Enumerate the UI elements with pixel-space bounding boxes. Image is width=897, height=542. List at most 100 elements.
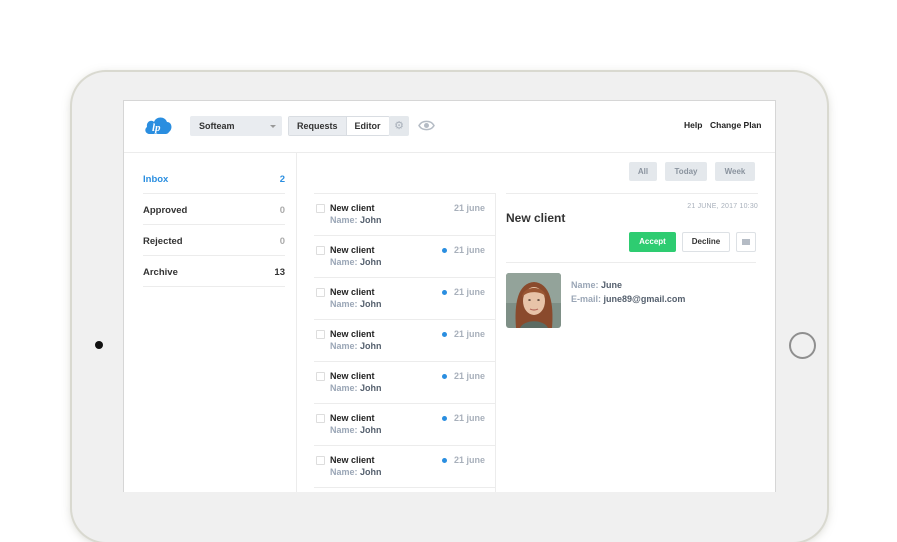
row-date: 21 june (453, 371, 485, 381)
row-name-value: John (360, 341, 382, 351)
sidebar-item-inbox[interactable]: Inbox 2 (143, 163, 285, 194)
list-item[interactable]: New client Name: John 21 june (314, 320, 495, 362)
unread-dot-icon (442, 416, 447, 421)
tablet-home-button (789, 332, 816, 359)
row-checkbox[interactable] (316, 246, 325, 255)
decline-button[interactable]: Decline (682, 232, 730, 252)
row-name-label: Name: (330, 425, 358, 435)
divider (506, 262, 756, 263)
row-checkbox[interactable] (316, 372, 325, 381)
row-date: 21 june (453, 413, 485, 423)
row-date: 21 june (453, 455, 485, 465)
sidebar-item-count: 13 (274, 267, 285, 278)
contact-name: Name: June (571, 280, 622, 290)
sidebar-item-label: Inbox (143, 174, 169, 185)
avatar (506, 273, 561, 328)
filter-week-button[interactable]: Week (715, 162, 755, 181)
unread-dot-icon (442, 332, 447, 337)
row-date: 21 june (453, 245, 485, 255)
row-date: 21 june (453, 287, 485, 297)
name-label: Name: (571, 280, 599, 290)
row-title: New client (330, 287, 375, 297)
row-checkbox[interactable] (316, 288, 325, 297)
list-item[interactable]: New client Name: John 21 june (314, 194, 495, 236)
row-name: Name: John (330, 215, 382, 225)
detail-title: New client (506, 211, 566, 225)
row-title: New client (330, 329, 375, 339)
sidebar-item-count: 0 (279, 236, 285, 247)
email-label: E-mail: (571, 294, 602, 304)
svg-text:lp: lp (152, 122, 161, 134)
row-name: Name: John (330, 257, 382, 267)
list-item[interactable]: New client Name: John 21 june (314, 404, 495, 446)
unread-dot-icon (442, 458, 447, 463)
row-name-value: John (360, 215, 382, 225)
gear-icon[interactable]: ⚙ (389, 116, 409, 136)
accept-button[interactable]: Accept (629, 232, 676, 252)
row-name: Name: John (330, 383, 382, 393)
date-filters: All Today Week (629, 162, 755, 181)
request-list: New client Name: John 21 june New client Nam… (314, 193, 496, 492)
sidebar-item-label: Approved (143, 205, 188, 216)
row-name-value: John (360, 425, 382, 435)
row-name-label: Name: (330, 467, 358, 477)
contact-email: E-mail: june89@gmail.com (571, 294, 685, 304)
row-name: Name: John (330, 299, 382, 309)
workspace-label: Softeam (199, 121, 235, 131)
request-detail: New client 21 JUNE, 2017 10:30 Accept De… (506, 193, 758, 492)
list-item[interactable]: New client Name: John 21 june (314, 362, 495, 404)
sidebar-item-count: 2 (279, 174, 285, 185)
row-checkbox[interactable] (316, 414, 325, 423)
row-name-label: Name: (330, 215, 358, 225)
row-title: New client (330, 371, 375, 381)
sidebar-item-label: Rejected (143, 236, 183, 247)
list-item[interactable]: New client Name: John 21 june (314, 236, 495, 278)
unread-dot-icon (442, 290, 447, 295)
sidebar-item-archive[interactable]: Archive 13 (143, 256, 285, 287)
list-item[interactable]: New client Name: John 21 june (314, 278, 495, 320)
sidebar-item-label: Archive (143, 267, 178, 278)
row-date: 21 june (453, 329, 485, 339)
row-name-label: Name: (330, 383, 358, 393)
row-checkbox[interactable] (316, 330, 325, 339)
help-link[interactable]: Help (684, 120, 702, 130)
row-name: Name: John (330, 341, 382, 351)
row-name-value: John (360, 383, 382, 393)
chevron-down-icon (270, 125, 276, 128)
row-name-value: John (360, 467, 382, 477)
row-name: Name: John (330, 467, 382, 477)
row-name-label: Name: (330, 299, 358, 309)
unread-dot-icon (442, 374, 447, 379)
eye-icon[interactable] (418, 119, 435, 132)
tab-editor[interactable]: Editor (345, 117, 389, 135)
filter-all-button[interactable]: All (629, 162, 657, 181)
row-title: New client (330, 245, 375, 255)
row-title: New client (330, 413, 375, 423)
app-header: lp Softeam Requests Editor ⚙ Help Change… (124, 101, 775, 153)
sidebar-item-approved[interactable]: Approved 0 (143, 194, 285, 225)
row-name-label: Name: (330, 257, 358, 267)
email-value[interactable]: june89@gmail.com (604, 294, 686, 304)
archive-icon (742, 239, 750, 245)
row-name: Name: John (330, 425, 382, 435)
tab-requests[interactable]: Requests (289, 117, 346, 135)
archive-button[interactable] (736, 232, 756, 252)
sidebar-item-count: 0 (279, 205, 285, 216)
sidebar-item-rejected[interactable]: Rejected 0 (143, 225, 285, 256)
row-name-value: John (360, 257, 382, 267)
tablet-camera (95, 341, 103, 349)
unread-dot-icon (442, 248, 447, 253)
change-plan-link[interactable]: Change Plan (710, 120, 761, 130)
sidebar: Inbox 2 Approved 0 Rejected 0 Archive 13 (124, 153, 297, 492)
row-name-value: John (360, 299, 382, 309)
logo-icon[interactable]: lp (143, 114, 173, 138)
workspace-dropdown[interactable]: Softeam (190, 116, 282, 136)
detail-datetime: 21 JUNE, 2017 10:30 (687, 203, 758, 210)
app-screen: lp Softeam Requests Editor ⚙ Help Change… (123, 100, 776, 492)
filter-today-button[interactable]: Today (665, 162, 707, 181)
list-item[interactable]: New client Name: John 21 june (314, 446, 495, 488)
row-checkbox[interactable] (316, 456, 325, 465)
row-date: 21 june (453, 203, 485, 213)
row-title: New client (330, 203, 375, 213)
row-checkbox[interactable] (316, 204, 325, 213)
